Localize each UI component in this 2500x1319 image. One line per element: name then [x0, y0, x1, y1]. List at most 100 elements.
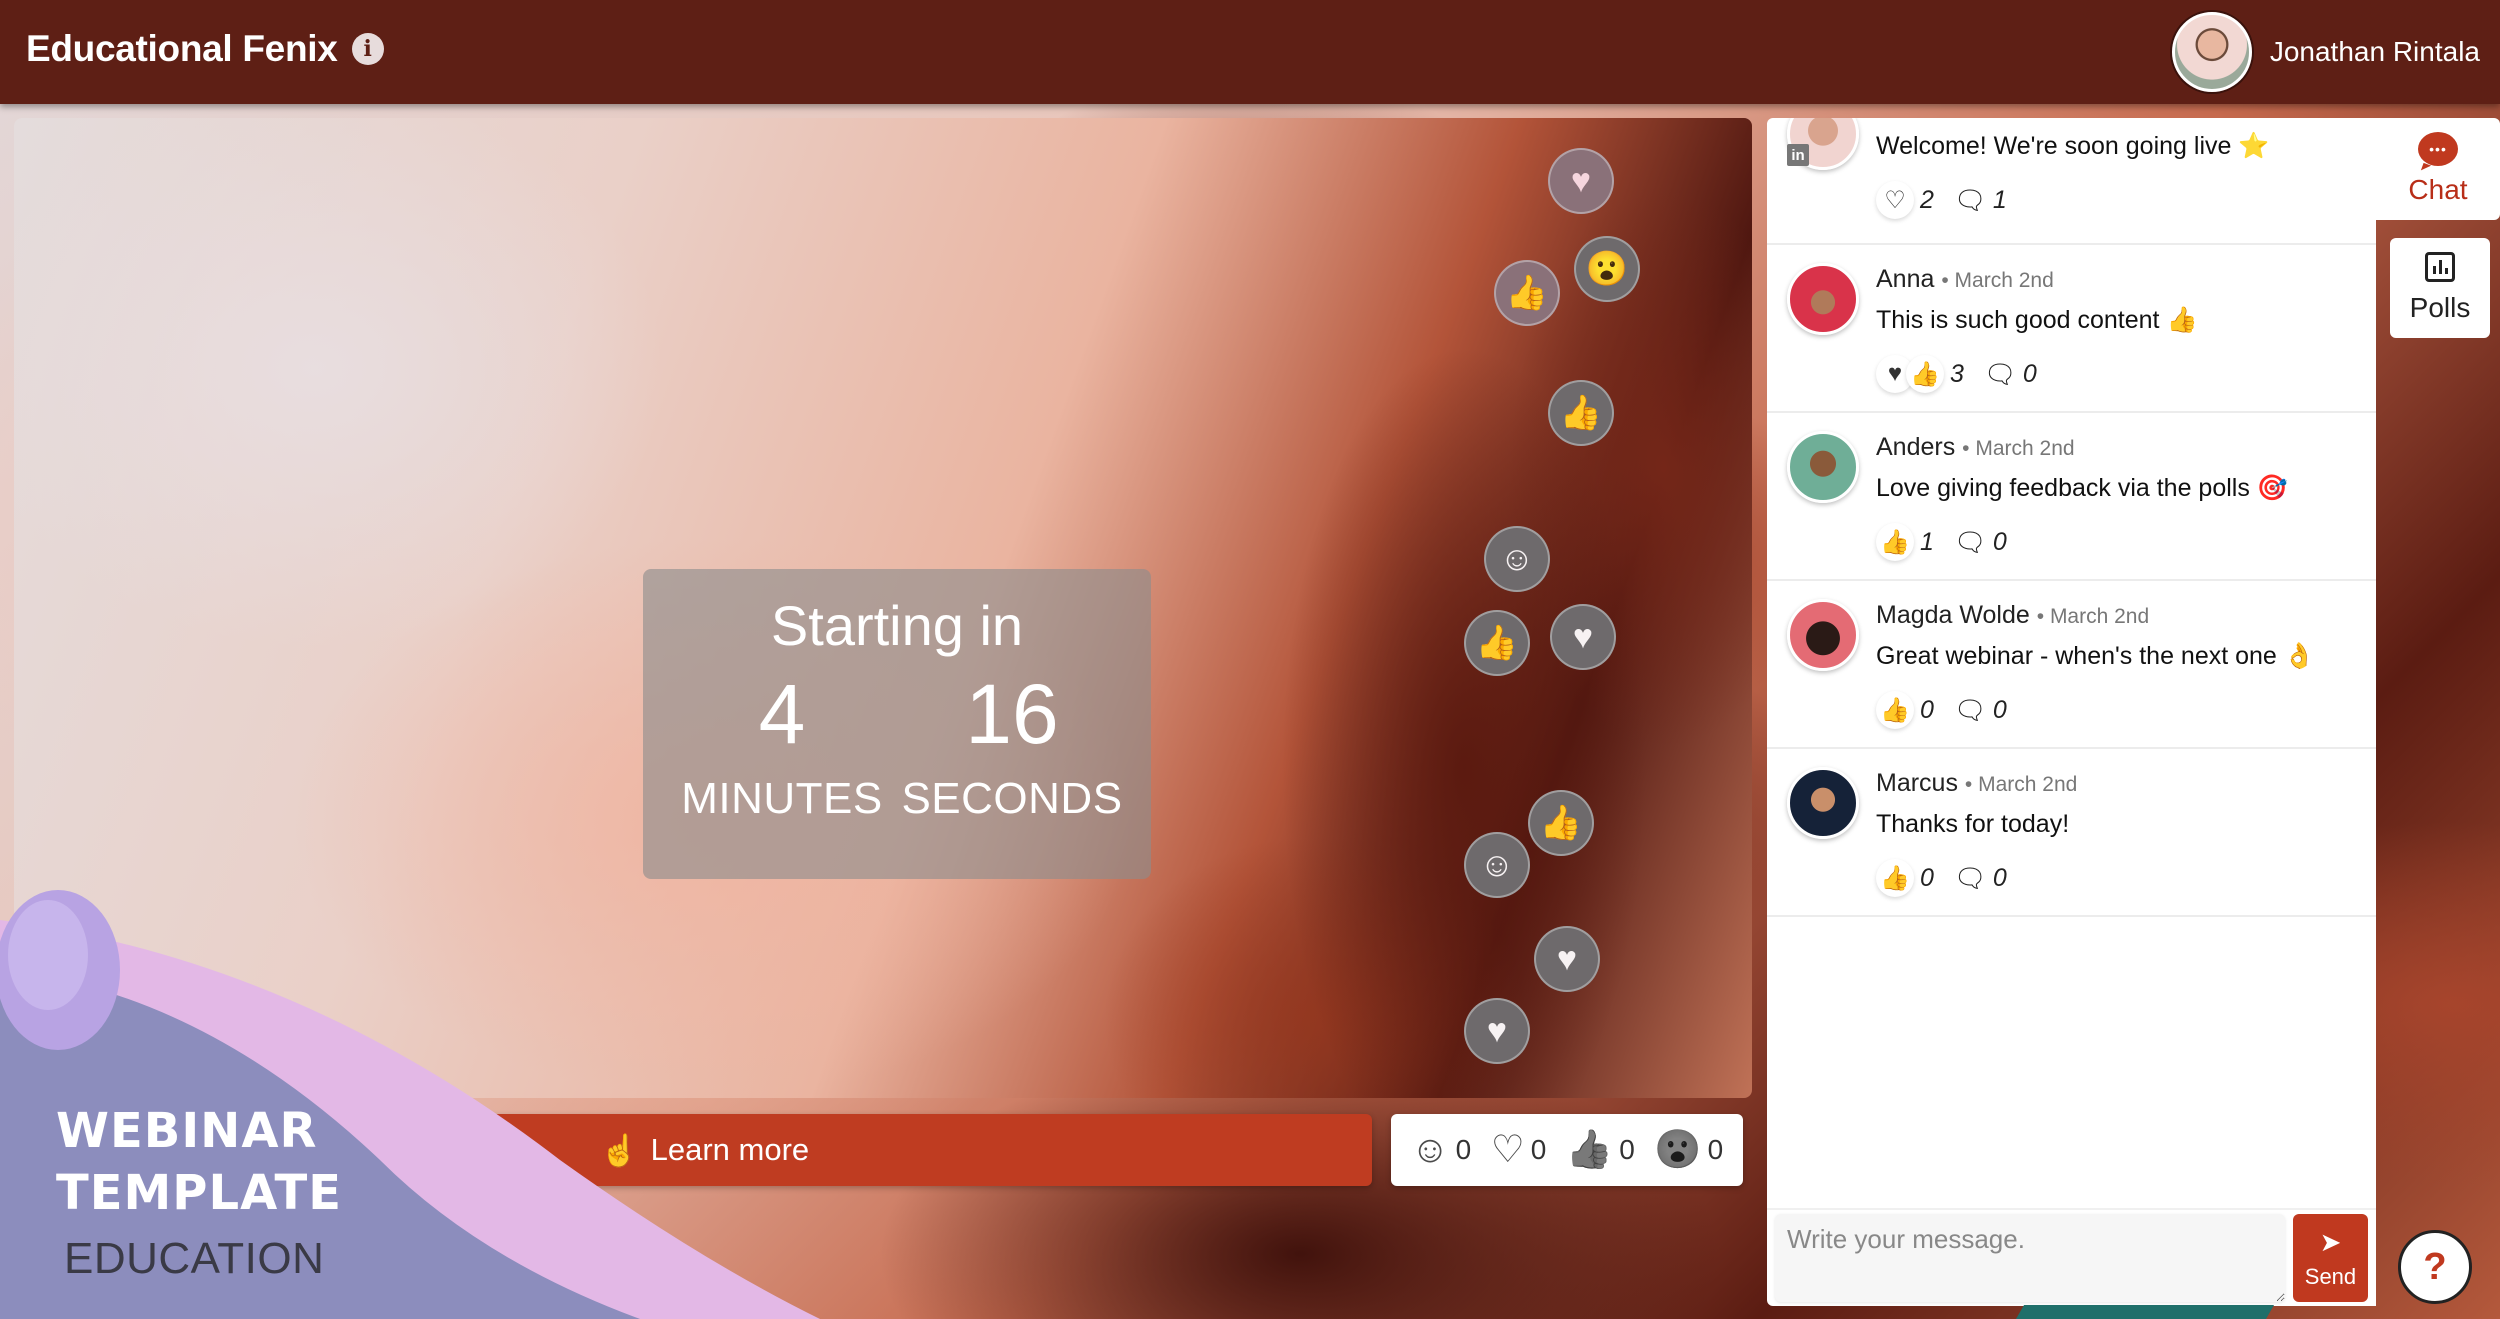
message-actions: ♡ 2 🗨 1 — [1876, 181, 2376, 219]
avatar[interactable] — [1787, 263, 1859, 335]
badge-line-3: EDUCATION — [64, 1234, 325, 1283]
thumbs-up-icon[interactable]: 👍 — [1876, 523, 1914, 561]
badge-line-2: TEMPLATE — [56, 1165, 343, 1221]
countdown-title: Starting in — [770, 594, 1024, 657]
message-date: March 2nd — [2049, 605, 2150, 628]
top-bar: Educational Fenix i Jonathan Rintala — [0, 0, 2500, 104]
reaction-count: 3 — [1950, 359, 1964, 388]
message-text: Thanks for today! — [1876, 810, 2070, 838]
comment-icon[interactable]: 🗨 — [1954, 863, 1987, 894]
chat-bubble-icon: ••• — [2418, 132, 2458, 166]
floating-heart-icon: ♥ — [1464, 998, 1530, 1064]
heart-icon[interactable]: ♡ — [1876, 181, 1914, 219]
message-text: This is such good content 👍 — [1876, 306, 2198, 334]
comment-count: 1 — [1992, 185, 2007, 214]
message-date: March 2nd — [1954, 269, 2054, 292]
reaction-thumbs-up-button[interactable]: 👍 0 — [1566, 1131, 1635, 1169]
reaction-bar: ☺ 0 ♡ 0 👍 0 😮 0 — [1391, 1114, 1743, 1186]
message-author: Anna — [1876, 265, 1935, 293]
minutes-label: MINUTES — [681, 774, 883, 823]
floating-heart-icon: ♥ — [1548, 148, 1614, 214]
hand-pointer-icon: ☝ — [600, 1132, 639, 1168]
reaction-count: 0 — [1530, 1134, 1547, 1165]
comment-icon[interactable]: 🗨 — [1954, 185, 1987, 216]
comment-count: 0 — [1992, 527, 2007, 556]
chat-message: in Welcome! We're soon going live ⭐ ♡ 2 … — [1767, 118, 2376, 245]
floating-thumbs-up-icon: 👍 — [1548, 380, 1614, 446]
reaction-count: 2 — [1920, 185, 1934, 214]
reaction-count: 0 — [1920, 863, 1934, 892]
thumbs-up-icon[interactable]: 👍 — [1906, 355, 1944, 393]
user-avatar[interactable] — [2171, 12, 2252, 92]
message-composer: ➤ Send — [1767, 1208, 2376, 1306]
comment-icon[interactable]: 🗨 — [1984, 359, 2017, 390]
floating-thumbs-up-icon: 👍 — [1464, 610, 1530, 676]
learn-more-label: Learn more — [650, 1132, 810, 1167]
reaction-smile-button[interactable]: ☺ 0 — [1411, 1131, 1471, 1169]
avatar[interactable] — [1787, 431, 1859, 503]
floating-surprised-icon: 😮 — [1574, 236, 1640, 302]
seconds-value: 16 — [965, 667, 1059, 761]
message-author: Marcus — [1876, 769, 1958, 797]
message-author: Magda Wolde — [1876, 601, 2030, 629]
thumbs-up-icon[interactable]: 👍 — [1876, 691, 1914, 729]
floating-smile-icon: ☺ — [1464, 832, 1530, 898]
decorative-teal-shape — [2015, 1305, 2275, 1319]
webinar-badge: WEBINAR TEMPLATE EDUCATION — [56, 1100, 342, 1284]
message-text: Welcome! We're soon going live ⭐ — [1876, 132, 2270, 160]
comment-count: 0 — [1992, 695, 2007, 724]
tab-polls-label: Polls — [2409, 292, 2471, 323]
video-stage: Starting in 4 MINUTES 16 SECONDS ♥ 👍 😮 👍… — [14, 118, 1752, 1098]
smile-icon: ☺ — [1410, 1129, 1450, 1171]
chat-message: Marcus • March 2nd Thanks for today! 👍 0… — [1767, 749, 2376, 917]
countdown-minutes: 4 MINUTES — [681, 672, 882, 824]
reaction-count: 0 — [1619, 1134, 1635, 1165]
paper-plane-icon: ➤ — [2319, 1226, 2342, 1257]
surprised-icon: 😮 — [1654, 1129, 1702, 1171]
chat-message: Anders • March 2nd Love giving feedback … — [1767, 413, 2376, 581]
info-icon[interactable]: i — [351, 33, 384, 65]
user-menu[interactable]: Jonathan Rintala — [2171, 12, 2480, 92]
linkedin-icon[interactable]: in — [1787, 144, 1809, 166]
badge-line-1: WEBINAR — [56, 1103, 318, 1159]
avatar[interactable] — [1787, 599, 1859, 671]
send-label: Send — [2304, 1263, 2357, 1289]
floating-heart-icon: ♥ — [1550, 604, 1616, 670]
comment-count: 0 — [1992, 863, 2007, 892]
reaction-surprised-button[interactable]: 😮 0 — [1654, 1131, 1723, 1169]
tab-polls[interactable]: Polls — [2390, 238, 2490, 338]
message-text: Great webinar - when's the next one 👌 — [1876, 642, 2315, 670]
message-author: Anders — [1876, 433, 1956, 461]
event-title-group: Educational Fenix i — [26, 28, 384, 70]
floating-heart-icon: ♥ — [1534, 926, 1600, 992]
send-button[interactable]: ➤ Send — [2292, 1214, 2368, 1302]
message-text: Love giving feedback via the polls 🎯 — [1876, 474, 2288, 502]
question-mark-icon: ? — [2423, 1245, 2447, 1288]
reaction-count: 1 — [1920, 527, 1934, 556]
reaction-heart-button[interactable]: ♡ 0 — [1491, 1131, 1547, 1169]
event-title: Educational Fenix — [26, 28, 338, 69]
comment-icon[interactable]: 🗨 — [1954, 527, 1987, 558]
learn-more-button[interactable]: ☝ Learn more — [414, 1114, 1372, 1186]
message-input[interactable] — [1775, 1214, 2285, 1302]
help-button[interactable]: ? — [2398, 1230, 2472, 1304]
message-date: March 2nd — [1975, 437, 2075, 460]
message-actions: ♥ 👍 3 🗨 0 — [1876, 355, 2376, 393]
chat-message: Magda Wolde • March 2nd Great webinar - … — [1767, 581, 2376, 749]
bar-chart-icon — [2425, 252, 2455, 282]
floating-thumbs-up-icon: 👍 — [1494, 260, 1560, 326]
thumbs-up-icon[interactable]: 👍 — [1876, 859, 1914, 897]
reaction-count: 0 — [1455, 1134, 1472, 1165]
avatar[interactable] — [1787, 767, 1859, 839]
comment-icon[interactable]: 🗨 — [1954, 695, 1987, 726]
chat-panel: in Welcome! We're soon going live ⭐ ♡ 2 … — [1767, 118, 2376, 1306]
message-list[interactable]: in Welcome! We're soon going live ⭐ ♡ 2 … — [1767, 118, 2376, 1208]
comment-count: 0 — [2022, 359, 2037, 388]
chat-message: Anna • March 2nd This is such good conte… — [1767, 245, 2376, 413]
user-name: Jonathan Rintala — [2269, 36, 2480, 67]
tab-chat-label: Chat — [2408, 174, 2468, 205]
message-actions: 👍 0 🗨 0 — [1876, 859, 2376, 897]
floating-smile-icon: ☺ — [1484, 526, 1550, 592]
tab-chat[interactable]: ••• Chat — [2376, 118, 2500, 220]
message-date: March 2nd — [1978, 773, 2078, 796]
